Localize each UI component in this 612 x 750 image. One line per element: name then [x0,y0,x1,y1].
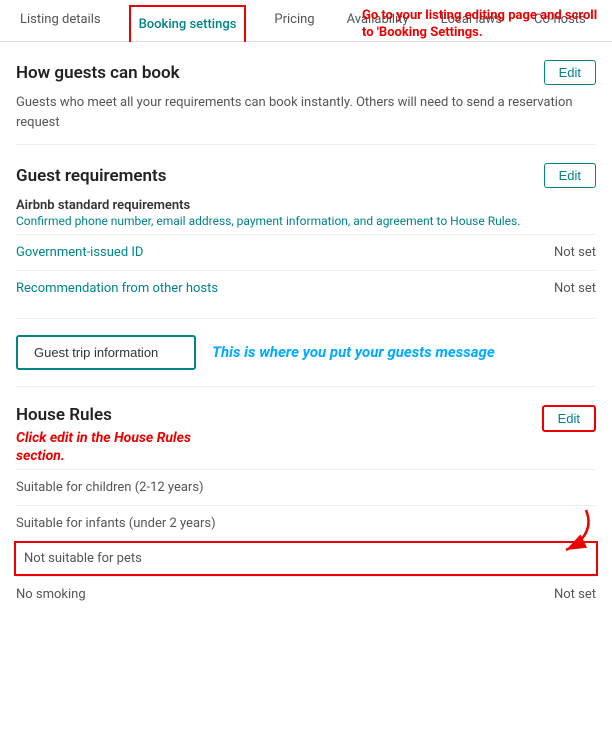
pets-label: Not suitable for pets [24,551,142,566]
nav-annotation: Go to your listing editing page and scro… [362,8,602,42]
how-guests-title: How guests can book [16,63,180,83]
government-id-row: Government-issued ID Not set [16,234,596,270]
guest-requirements-section: Guest requirements Edit Airbnb standard … [16,145,596,319]
guest-requirements-header: Guest requirements Edit [16,163,596,188]
how-guests-description: Guests who meet all your requirements ca… [16,93,596,132]
standard-requirements-desc: Confirmed phone number, email address, p… [16,213,596,230]
house-rules-left: House Rules Click edit in the House Rule… [16,405,236,465]
how-guests-edit-button[interactable]: Edit [544,60,596,85]
recommendation-row: Recommendation from other hosts Not set [16,270,596,306]
house-rules-title: House Rules [16,405,236,425]
main-content: How guests can book Edit Guests who meet… [0,42,612,620]
guest-trip-button[interactable]: Guest trip information [16,335,196,370]
smoking-row: No smoking Not set [16,576,596,612]
guest-requirements-title: Guest requirements [16,166,167,186]
how-guests-section: How guests can book Edit Guests who meet… [16,42,596,145]
standard-requirements-title: Airbnb standard requirements [16,198,596,213]
children-label: Suitable for children (2-12 years) [16,480,204,495]
house-rules-header: House Rules Click edit in the House Rule… [16,405,596,465]
guest-trip-section: Guest trip information This is where you… [16,319,596,387]
recommendation-value: Not set [554,281,596,296]
infants-label: Suitable for infants (under 2 years) [16,516,216,531]
standard-requirements-block: Airbnb standard requirements Confirmed p… [16,198,596,230]
infants-row: Suitable for infants (under 2 years) [16,505,596,541]
house-rules-annotation: Click edit in the House Rules section. [16,429,236,465]
house-rules-section: House Rules Click edit in the House Rule… [16,387,596,620]
how-guests-header: How guests can book Edit [16,60,596,85]
pets-row: Not suitable for pets [14,541,598,576]
arrow-icon [526,505,606,555]
government-id-value: Not set [554,245,596,260]
children-row: Suitable for children (2-12 years) [16,469,596,505]
government-id-label: Government-issued ID [16,245,143,260]
guest-requirements-edit-button[interactable]: Edit [544,163,596,188]
smoking-value: Not set [554,587,596,602]
house-rules-edit-button[interactable]: Edit [542,405,596,432]
tab-pricing[interactable]: Pricing [270,0,318,41]
recommendation-label: Recommendation from other hosts [16,281,218,296]
tab-listing-details[interactable]: Listing details [16,0,105,41]
guest-trip-annotation: This is where you put your guests messag… [212,343,495,363]
tab-booking-settings[interactable]: Booking settings [129,5,247,42]
smoking-label: No smoking [16,587,86,602]
nav-tabs: Listing details Booking settings Pricing… [0,0,612,42]
